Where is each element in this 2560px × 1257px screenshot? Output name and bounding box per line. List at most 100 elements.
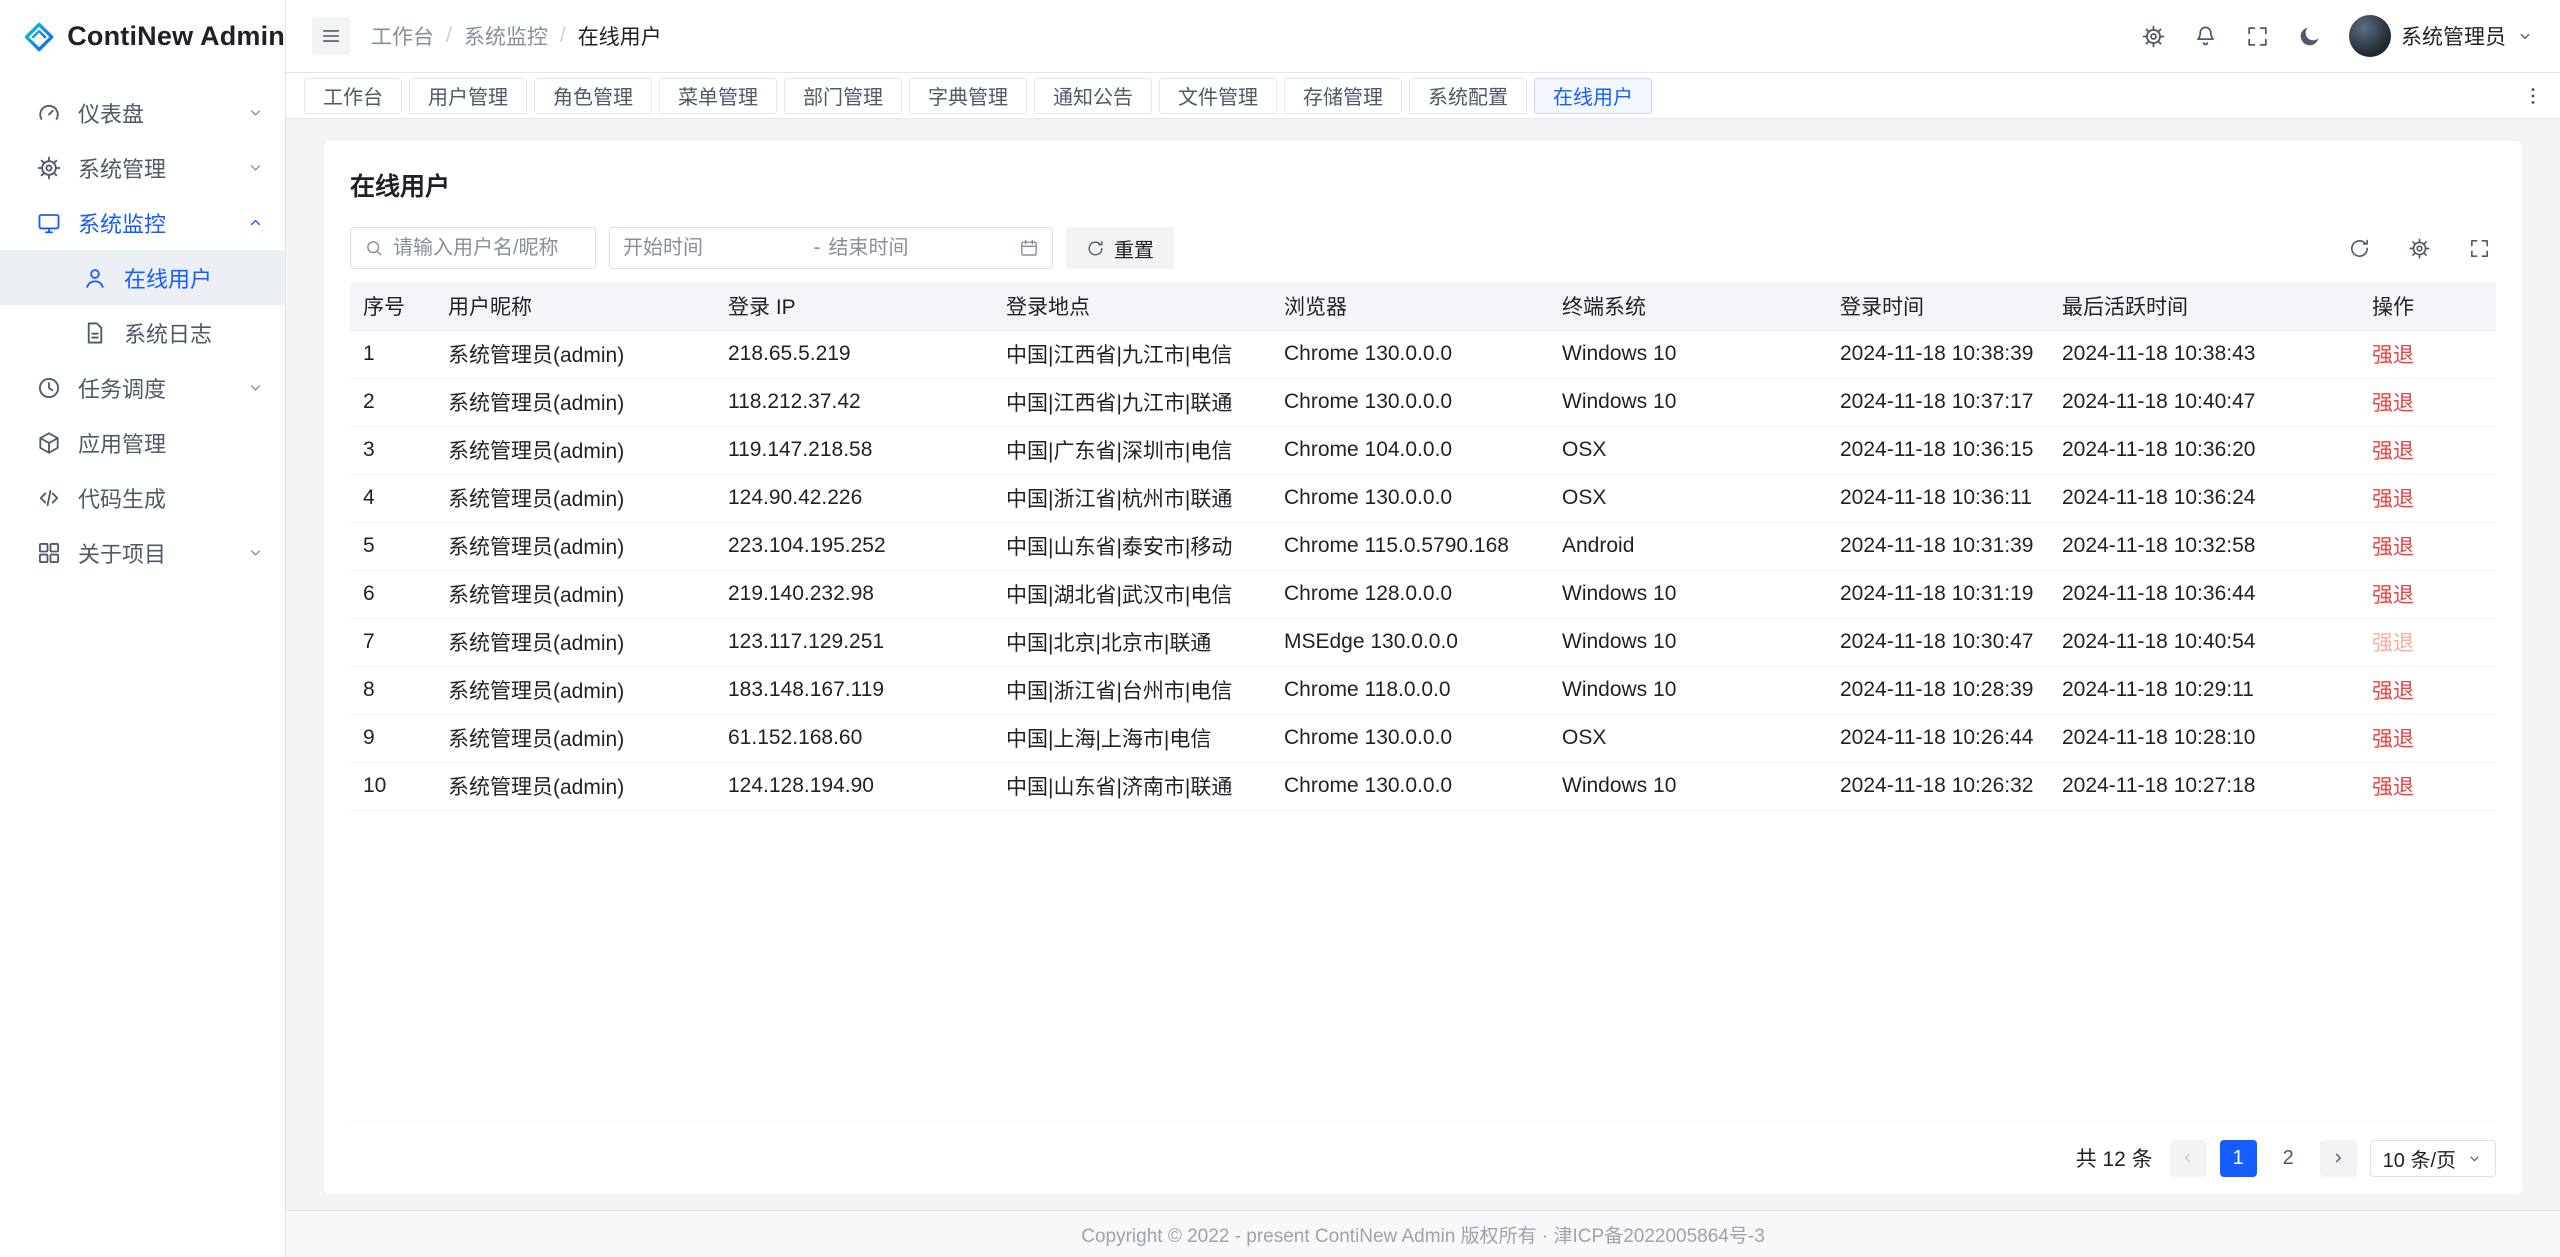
breadcrumb-item[interactable]: 系统监控 — [464, 21, 548, 51]
search-box — [350, 227, 596, 269]
cell-location: 中国|江西省|九江市|联通 — [993, 378, 1271, 426]
cell-action: 强退 — [2359, 522, 2496, 570]
tab-用户管理[interactable]: 用户管理 — [409, 78, 527, 114]
reset-button[interactable]: 重置 — [1066, 227, 1174, 269]
force-logout-link[interactable]: 强退 — [2372, 344, 2414, 367]
tab-部门管理[interactable]: 部门管理 — [784, 78, 902, 114]
cell-nickname: 系统管理员(admin) — [435, 378, 715, 426]
table-row: 10系统管理员(admin)124.128.194.90中国|山东省|济南市|联… — [350, 762, 2496, 810]
cell-ip: 119.147.218.58 — [715, 426, 993, 474]
logo[interactable]: ContiNew Admin — [0, 0, 285, 73]
moon-icon[interactable] — [2297, 24, 2322, 49]
cell-no: 7 — [350, 618, 435, 666]
tab-通知公告[interactable]: 通知公告 — [1034, 78, 1152, 114]
tab-在线用户[interactable]: 在线用户 — [1534, 78, 1652, 114]
pagination-page-1[interactable]: 1 — [2220, 1140, 2257, 1177]
cell-last_active: 2024-11-18 10:36:24 — [2049, 474, 2359, 522]
sidebar-item-system-logs[interactable]: 系统日志 — [0, 305, 285, 360]
tab-more-icon[interactable] — [2522, 85, 2544, 107]
cell-nickname: 系统管理员(admin) — [435, 522, 715, 570]
user-menu[interactable]: 系统管理员 — [2349, 15, 2534, 57]
cell-last_active: 2024-11-18 10:36:20 — [2049, 426, 2359, 474]
cell-nickname: 系统管理员(admin) — [435, 330, 715, 378]
sidebar-item-label: 应用管理 — [78, 427, 166, 459]
clock-icon — [36, 375, 62, 401]
tab-系统配置[interactable]: 系统配置 — [1409, 78, 1527, 114]
sidebar-item-task-scheduler[interactable]: 任务调度 — [0, 360, 285, 415]
breadcrumb-item[interactable]: 工作台 — [371, 21, 434, 51]
app-root: ContiNew Admin 仪表盘 系统管理 系统监控 在线用户 — [0, 0, 2560, 1257]
sidebar-item-about-project[interactable]: 关于项目 — [0, 525, 285, 580]
force-logout-link[interactable]: 强退 — [2372, 440, 2414, 463]
calendar-icon — [1019, 238, 1039, 258]
tab-存储管理[interactable]: 存储管理 — [1284, 78, 1402, 114]
date-range-picker[interactable]: - — [609, 227, 1053, 269]
fullscreen-icon[interactable] — [2245, 24, 2270, 49]
cell-nickname: 系统管理员(admin) — [435, 570, 715, 618]
pagination-next-button[interactable] — [2320, 1140, 2357, 1177]
tab-角色管理[interactable]: 角色管理 — [534, 78, 652, 114]
sidebar-item-app-management[interactable]: 应用管理 — [0, 415, 285, 470]
pagination-page-2[interactable]: 2 — [2270, 1140, 2307, 1177]
force-logout-link[interactable]: 强退 — [2372, 632, 2414, 655]
cell-action: 强退 — [2359, 330, 2496, 378]
settings-icon[interactable] — [2141, 24, 2166, 49]
force-logout-link[interactable]: 强退 — [2372, 392, 2414, 415]
table-fullscreen-button[interactable] — [2462, 231, 2496, 265]
cell-os: Windows 10 — [1549, 378, 1827, 426]
cell-ip: 223.104.195.252 — [715, 522, 993, 570]
bell-icon[interactable] — [2193, 24, 2218, 49]
force-logout-link[interactable]: 强退 — [2372, 488, 2414, 511]
table-row: 1系统管理员(admin)218.65.5.219中国|江西省|九江市|电信Ch… — [350, 330, 2496, 378]
cell-ip: 124.90.42.226 — [715, 474, 993, 522]
avatar[interactable] — [2349, 15, 2391, 57]
force-logout-link[interactable]: 强退 — [2372, 536, 2414, 559]
cell-os: Windows 10 — [1549, 762, 1827, 810]
cell-browser: Chrome 104.0.0.0 — [1271, 426, 1549, 474]
sidebar-item-code-generation[interactable]: 代码生成 — [0, 470, 285, 525]
chevron-down-icon — [2516, 27, 2534, 45]
tab-字典管理[interactable]: 字典管理 — [909, 78, 1027, 114]
cell-nickname: 系统管理员(admin) — [435, 426, 715, 474]
table-row: 9系统管理员(admin)61.152.168.60中国|上海|上海市|电信Ch… — [350, 714, 2496, 762]
pagination-prev-button[interactable] — [2170, 1140, 2207, 1177]
refresh-button[interactable] — [2342, 231, 2376, 265]
cell-action: 强退 — [2359, 666, 2496, 714]
tab-bar: 工作台用户管理角色管理菜单管理部门管理字典管理通知公告文件管理存储管理系统配置在… — [286, 73, 2560, 119]
col-header-last-active: 最后活跃时间 — [2049, 282, 2359, 330]
log-icon — [82, 320, 108, 346]
table-fullscreen-icon — [2468, 237, 2491, 260]
sidebar-item-dashboard[interactable]: 仪表盘 — [0, 85, 285, 140]
sidebar-item-label: 系统管理 — [78, 152, 166, 184]
tab-bar-items: 工作台用户管理角色管理菜单管理部门管理字典管理通知公告文件管理存储管理系统配置在… — [304, 78, 1652, 114]
main-content: 在线用户 - 重置 — [286, 119, 2560, 1210]
logo-icon — [24, 18, 54, 56]
sidebar-item-system-management[interactable]: 系统管理 — [0, 140, 285, 195]
tab-工作台[interactable]: 工作台 — [304, 78, 402, 114]
page-size-select[interactable]: 10 条/页 — [2370, 1140, 2496, 1177]
sidebar-collapse-button[interactable] — [312, 17, 350, 55]
reset-icon — [1086, 239, 1105, 258]
cell-os: Android — [1549, 522, 1827, 570]
chevron-down-icon — [246, 158, 265, 177]
sidebar-item-online-users[interactable]: 在线用户 — [0, 250, 285, 305]
date-start-input[interactable] — [623, 237, 806, 260]
cell-last_active: 2024-11-18 10:40:54 — [2049, 618, 2359, 666]
force-logout-link[interactable]: 强退 — [2372, 776, 2414, 799]
table-body: 1系统管理员(admin)218.65.5.219中国|江西省|九江市|电信Ch… — [350, 330, 2496, 810]
force-logout-link[interactable]: 强退 — [2372, 680, 2414, 703]
tab-菜单管理[interactable]: 菜单管理 — [659, 78, 777, 114]
force-logout-link[interactable]: 强退 — [2372, 728, 2414, 751]
sidebar-item-system-monitor[interactable]: 系统监控 — [0, 195, 285, 250]
date-end-input[interactable] — [829, 237, 1012, 260]
column-settings-icon — [2408, 237, 2431, 260]
dashboard-icon — [36, 100, 62, 126]
cell-no: 8 — [350, 666, 435, 714]
column-settings-button[interactable] — [2402, 231, 2436, 265]
cell-browser: Chrome 128.0.0.0 — [1271, 570, 1549, 618]
search-input[interactable] — [393, 237, 582, 260]
tab-文件管理[interactable]: 文件管理 — [1159, 78, 1277, 114]
cell-browser: Chrome 130.0.0.0 — [1271, 762, 1549, 810]
force-logout-link[interactable]: 强退 — [2372, 584, 2414, 607]
page-size-label: 10 条/页 — [2383, 1144, 2456, 1173]
